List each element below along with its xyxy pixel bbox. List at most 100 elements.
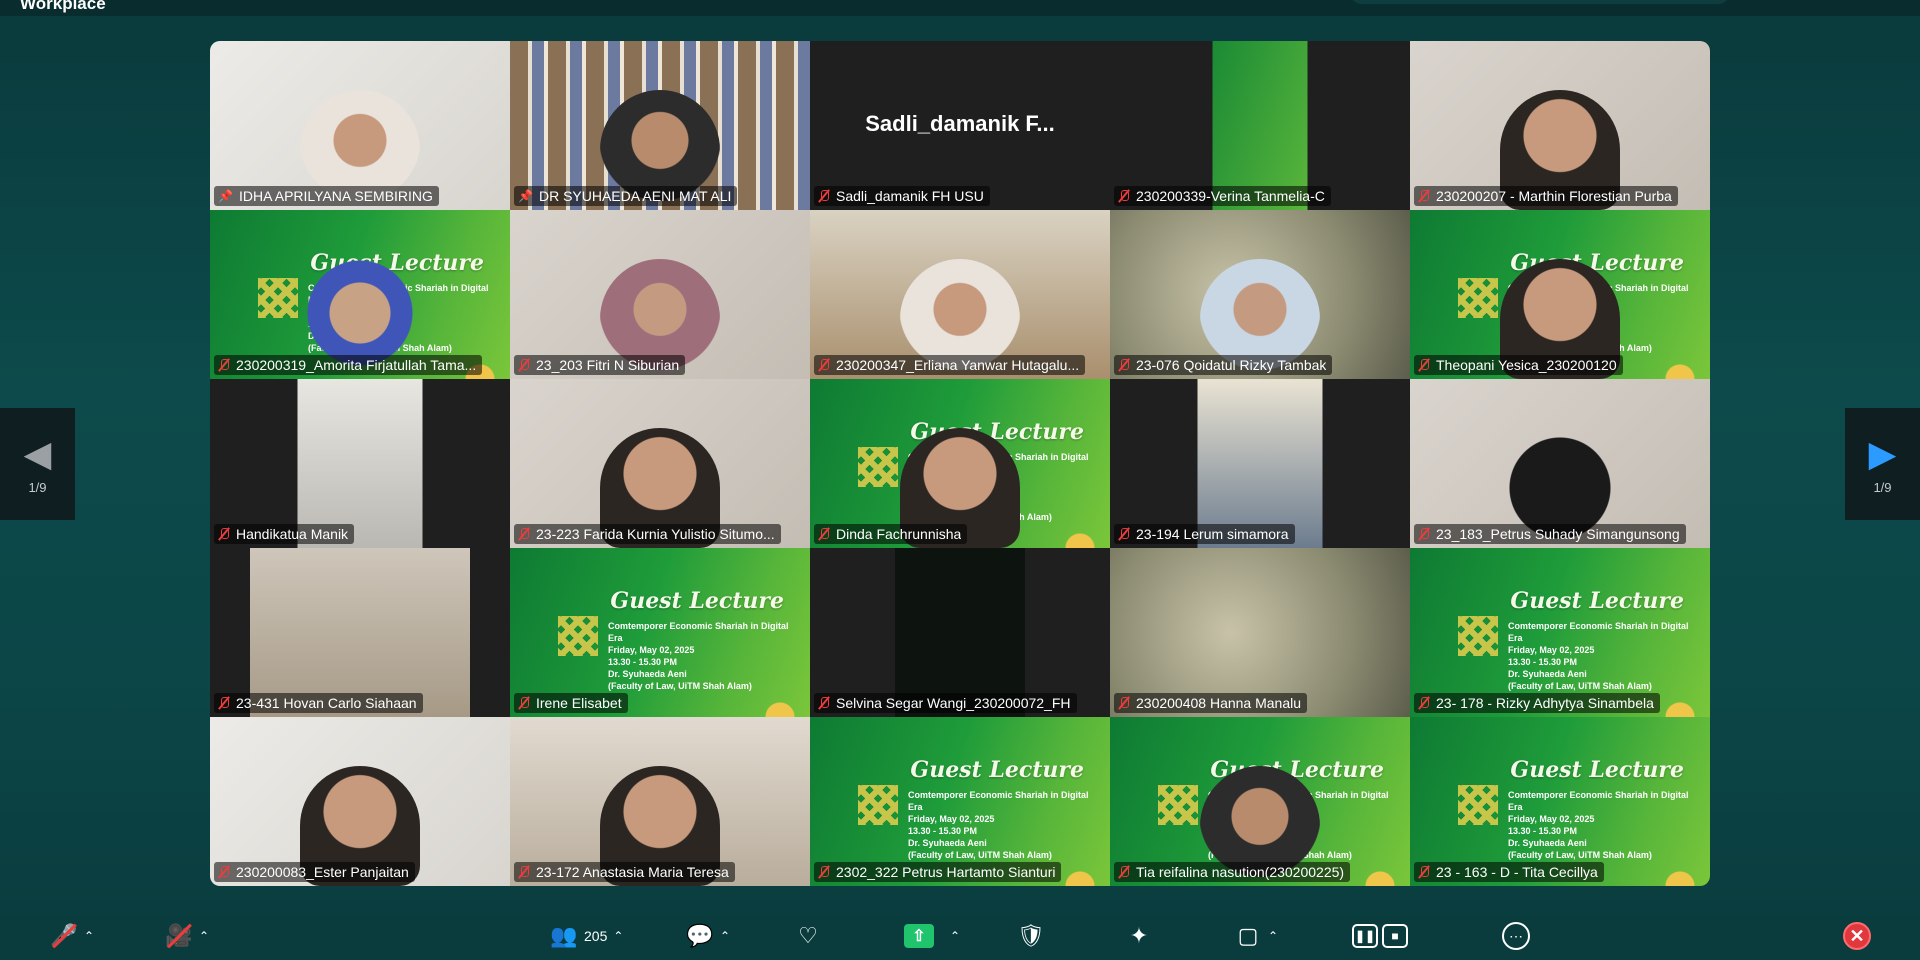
end-meeting-button[interactable]: ✕ — [1843, 922, 1871, 950]
participant-tile[interactable]: Guest LectureComtemporer Economic Sharia… — [1110, 717, 1410, 886]
ai-companion-button[interactable]: ✦ — [1125, 922, 1153, 950]
participant-name-tag: Irene Elisabet — [514, 693, 628, 713]
participant-tile[interactable]: Guest LectureComtemporer Economic Sharia… — [1410, 548, 1710, 717]
share-screen-button[interactable]: ⇧ ⌃ — [904, 922, 960, 950]
poster-affiliation: (Faculty of Law, UiTM Shah Alam) — [608, 681, 752, 691]
poster-motif — [858, 447, 898, 487]
participant-tile[interactable]: 23_203 Fitri N Siburian — [510, 210, 810, 379]
participant-tile[interactable]: 23_183_Petrus Suhady Simangunsong — [1410, 379, 1710, 548]
participant-name-tag: 📌 IDHA APRILYANA SEMBIRING — [214, 186, 439, 206]
meeting-toolbar: 🎤 ⌃ 🎥 ⌃ 👥 205 ⌃ 💬 ⌃ ♡ ⇧ ⌃ 🛡 ✦ ▢ ⌃ ❚❚ ■ ⋯ — [0, 912, 1920, 960]
chevron-up-icon[interactable]: ⌃ — [84, 929, 94, 943]
recording-icons[interactable]: ❚❚ ■ — [1352, 924, 1408, 948]
security-button[interactable]: 🛡 — [1017, 922, 1045, 950]
mic-muted-icon — [1418, 696, 1430, 710]
participant-name: 230200207 - Marthin Florestian Purba — [1436, 188, 1672, 204]
video-feed: Guest Lecture Comtemporer Economic Sharia… — [1410, 548, 1710, 717]
stop-icon[interactable]: ■ — [1382, 924, 1408, 948]
poster-time: 13.30 - 15.30 PM — [908, 826, 978, 836]
cropped-video — [297, 379, 423, 548]
participant-tile[interactable]: 23-076 Qoidatul Rizky Tambak — [1110, 210, 1410, 379]
poster-title: Guest Lecture — [910, 757, 1084, 783]
participant-tile[interactable]: 23-431 Hovan Carlo Siahaan — [210, 548, 510, 717]
participant-tile[interactable]: 230200347_Erliana Yanwar Hutagalu... — [810, 210, 1110, 379]
participant-name-tag: 📌 DR SYUHAEDA AENI MAT ALI — [514, 186, 738, 206]
participant-tile[interactable]: Guest Lecture Comtemporer Economic Sharia… — [810, 717, 1110, 886]
poster-motif — [1458, 278, 1498, 318]
participant-name-tag: 2302_322 Petrus Hartamto Sianturi — [814, 862, 1062, 882]
participant-name-tag: 23- 178 - Rizky Adhytya Sinambela — [1414, 693, 1660, 713]
participant-name: 230200347_Erliana Yanwar Hutagalu... — [836, 357, 1080, 373]
participant-tile[interactable]: 230200207 - Marthin Florestian Purba — [1410, 41, 1710, 210]
participant-tile[interactable]: 23-194 Lerum simamora — [1110, 379, 1410, 548]
participant-tile[interactable]: Handikatua Manik — [210, 379, 510, 548]
video-control[interactable]: 🎥 ⌃ — [165, 922, 209, 950]
video-feed — [1110, 379, 1410, 548]
video-feed — [1110, 210, 1410, 379]
next-page-button[interactable]: ▶ 1/9 — [1845, 408, 1920, 520]
participant-tile[interactable]: Guest LectureComtemporer Economic Sharia… — [210, 210, 510, 379]
chevron-up-icon[interactable]: ⌃ — [199, 929, 209, 943]
mic-muted-icon — [1118, 189, 1130, 203]
recording-control[interactable]: ❚❚ ■ — [1352, 922, 1408, 950]
participant-name: 230200339-Verina Tanmelia-C — [1136, 188, 1325, 204]
video-feed — [1110, 41, 1410, 210]
chat-icon: 💬 — [686, 923, 714, 948]
poster-motif — [1158, 785, 1198, 825]
participant-name-tag: 23-223 Farida Kurnia Yulistio Situmo... — [514, 524, 781, 544]
participant-tile[interactable]: 📌 IDHA APRILYANA SEMBIRING — [210, 41, 510, 210]
mic-muted-icon — [818, 865, 830, 879]
poster-date: Friday, May 02, 2025 — [908, 814, 995, 824]
reactions-button[interactable]: ♡ — [794, 922, 822, 950]
poster-time: 13.30 - 15.30 PM — [608, 657, 678, 667]
pin-icon: 📌 — [218, 189, 233, 203]
participant-tile[interactable]: Sadli_damanik F... Sadli_damanik FH USU — [810, 41, 1110, 210]
participant-tile[interactable]: Selvina Segar Wangi_230200072_FH — [810, 548, 1110, 717]
more-button[interactable]: ⋯ — [1502, 922, 1530, 950]
participant-tile[interactable]: Guest LectureComtemporer Economic Sharia… — [510, 548, 810, 717]
camera-icon[interactable]: 🎥 — [165, 922, 193, 950]
poster-motif — [1458, 785, 1498, 825]
chevron-up-icon[interactable]: ⌃ — [950, 929, 960, 943]
poster-details: Comtemporer Economic Shariah in Digital … — [1508, 789, 1698, 861]
participant-tile[interactable]: 230200408 Hanna Manalu — [1110, 548, 1410, 717]
participant-tile[interactable]: 23-223 Farida Kurnia Yulistio Situmo... — [510, 379, 810, 548]
chat-button[interactable]: 💬 ⌃ — [686, 922, 730, 950]
participant-name-tag: Theopani Yesica_230200120 — [1414, 355, 1623, 375]
chevron-up-icon[interactable]: ⌃ — [1268, 929, 1278, 943]
apps-button[interactable]: ▢ ⌃ — [1234, 922, 1278, 950]
top-search-pill[interactable] — [1350, 0, 1730, 4]
cropped-video — [1212, 41, 1308, 210]
poster-details: Comtemporer Economic Shariah in Digital … — [1508, 620, 1698, 692]
pause-icon[interactable]: ❚❚ — [1352, 924, 1378, 948]
mic-muted-icon — [1118, 527, 1130, 541]
mic-muted-icon — [518, 527, 530, 541]
participant-tile[interactable]: Guest LectureComtemporer Economic Sharia… — [810, 379, 1110, 548]
audio-control[interactable]: 🎤 ⌃ — [50, 922, 94, 950]
prev-page-button[interactable]: ◀ 1/9 — [0, 408, 75, 520]
chevron-up-icon[interactable]: ⌃ — [613, 929, 623, 943]
cropped-video — [895, 548, 1025, 717]
participant-name-tag: 230200339-Verina Tanmelia-C — [1114, 186, 1331, 206]
participant-tile[interactable]: 📌 DR SYUHAEDA AENI MAT ALI — [510, 41, 810, 210]
mic-muted-icon — [1118, 358, 1130, 372]
poster-speaker: Dr. Syuhaeda Aeni — [608, 669, 687, 679]
poster-details: Comtemporer Economic Shariah in Digital … — [908, 789, 1098, 861]
participant-name: 230200408 Hanna Manalu — [1136, 695, 1302, 711]
participant-name: Sadli_damanik FH USU — [836, 188, 984, 204]
participant-tile[interactable]: Guest LectureComtemporer Economic Sharia… — [1410, 717, 1710, 886]
chevron-up-icon[interactable]: ⌃ — [720, 929, 730, 943]
page-indicator-left: 1/9 — [28, 479, 47, 495]
participant-tile[interactable]: 23-172 Anastasia Maria Teresa — [510, 717, 810, 886]
mic-muted-icon — [518, 696, 530, 710]
participant-tile[interactable]: 230200083_Ester Panjaitan — [210, 717, 510, 886]
mic-muted-icon — [818, 696, 830, 710]
participant-tile[interactable]: 230200339-Verina Tanmelia-C — [1110, 41, 1410, 210]
participant-tile[interactable]: Guest LectureComtemporer Economic Sharia… — [1410, 210, 1710, 379]
participants-button[interactable]: 👥 205 ⌃ — [550, 922, 623, 950]
video-feed — [510, 41, 810, 210]
video-feed — [510, 210, 810, 379]
participant-name-tag: 23-194 Lerum simamora — [1114, 524, 1295, 544]
pin-icon: 📌 — [518, 189, 533, 203]
microphone-icon[interactable]: 🎤 — [50, 922, 78, 950]
